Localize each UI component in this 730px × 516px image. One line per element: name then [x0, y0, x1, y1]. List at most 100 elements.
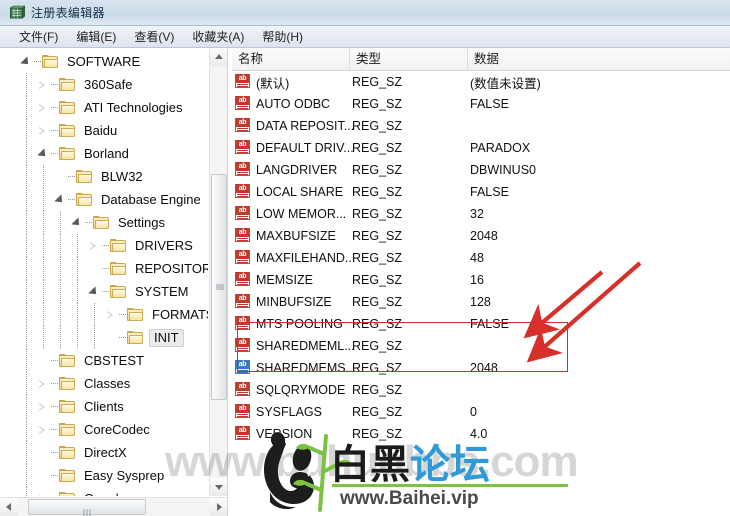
expand-triangle-icon[interactable]: [35, 100, 51, 116]
tree-guide-line: [77, 326, 78, 349]
tree-scroll-right-button[interactable]: [210, 498, 227, 516]
table-row[interactable]: ab MTS POOLING REG_SZ FALSE: [232, 313, 730, 335]
string-value-icon: ab: [235, 404, 252, 419]
tree-item-label: Borland: [84, 145, 129, 161]
expand-triangle-icon[interactable]: [35, 399, 51, 415]
table-row[interactable]: ab MINBUFSIZE REG_SZ 128: [232, 291, 730, 313]
cell-value-name: DATA REPOSIT...: [256, 119, 355, 133]
registry-values-pane: 名称 类型 数据 ab (默认) REG_SZ (数值未设置) ab AUTO ODBC R…: [232, 48, 730, 516]
tree-item-blw32[interactable]: BLW32: [0, 165, 208, 188]
table-row[interactable]: ab AUTO ODBC REG_SZ FALSE: [232, 93, 730, 115]
tree-item-borland[interactable]: Borland: [0, 142, 208, 165]
expand-triangle-icon[interactable]: [35, 376, 51, 392]
tree-connector-line: [68, 165, 76, 188]
tree-item-repository[interactable]: REPOSITORY: [0, 257, 208, 280]
table-row[interactable]: ab SHAREDMEML... REG_SZ: [232, 335, 730, 357]
table-row[interactable]: ab (默认) REG_SZ (数值未设置): [232, 71, 730, 93]
cell-value-name: MEMSIZE: [256, 273, 313, 287]
column-header-type[interactable]: 类型: [350, 48, 468, 70]
table-row[interactable]: ab SQLQRYMODE REG_SZ: [232, 379, 730, 401]
string-value-icon: ab: [235, 96, 252, 111]
tree-scroll-left-button[interactable]: [0, 498, 18, 516]
menu-view[interactable]: 查看(V): [125, 26, 183, 47]
folder-icon: [59, 376, 76, 391]
table-row[interactable]: ab DEFAULT DRIV... REG_SZ PARADOX: [232, 137, 730, 159]
tree-guide-line: [43, 303, 44, 326]
menu-file[interactable]: 文件(F): [10, 26, 67, 47]
expand-triangle-icon[interactable]: [35, 123, 51, 139]
cell-value-type: REG_SZ: [352, 383, 403, 397]
cell-value-data: 2048: [470, 361, 498, 375]
scroll-grip-icon: [216, 284, 224, 291]
tree-item-directx[interactable]: DirectX: [0, 441, 208, 464]
folder-icon: [59, 491, 76, 496]
string-value-icon: ab: [235, 140, 252, 155]
cell-value-data: FALSE: [470, 317, 509, 331]
column-header-data[interactable]: 数据: [468, 48, 730, 70]
tree-guide-line: [94, 326, 95, 349]
expand-triangle-icon[interactable]: [35, 491, 51, 496]
expand-triangle-icon[interactable]: [103, 307, 119, 323]
column-header-name[interactable]: 名称: [232, 48, 350, 70]
tree-scroll-down-button[interactable]: [210, 478, 227, 496]
tree-item-corecodec[interactable]: CoreCodec: [0, 418, 208, 441]
cell-value-type: REG_SZ: [352, 361, 403, 375]
collapse-triangle-icon[interactable]: [35, 146, 51, 162]
cell-value-type: REG_SZ: [352, 295, 403, 309]
table-row[interactable]: ab SHAREDMEMS... REG_SZ 2048: [232, 357, 730, 379]
collapse-triangle-icon[interactable]: [52, 192, 68, 208]
menu-help[interactable]: 帮助(H): [253, 26, 312, 47]
tree-item-easy-sysprep[interactable]: Easy Sysprep: [0, 464, 208, 487]
tree-vertical-scrollbar[interactable]: [209, 48, 227, 496]
tree-item-drivers[interactable]: DRIVERS: [0, 234, 208, 257]
expand-triangle-icon[interactable]: [35, 422, 51, 438]
tree-item-init[interactable]: INIT: [0, 326, 208, 349]
collapse-triangle-icon[interactable]: [86, 284, 102, 300]
tree-guide-line: [26, 165, 27, 188]
tree-connector-line: [119, 303, 127, 326]
tree-item-system[interactable]: SYSTEM: [0, 280, 208, 303]
tree-horizontal-scroll-thumb[interactable]: [28, 499, 146, 516]
tree-item-cbstest[interactable]: CBSTEST: [0, 349, 208, 372]
tree-item-formats[interactable]: FORMATS: [0, 303, 208, 326]
collapse-triangle-icon[interactable]: [69, 215, 85, 231]
tree-item-classes[interactable]: Classes: [0, 372, 208, 395]
tree-item-baidu[interactable]: Baidu: [0, 119, 208, 142]
expand-triangle-icon[interactable]: [86, 238, 102, 254]
table-row[interactable]: ab LOW MEMOR... REG_SZ 32: [232, 203, 730, 225]
table-row[interactable]: ab MAXFILEHAND... REG_SZ 48: [232, 247, 730, 269]
menu-favorites[interactable]: 收藏夹(A): [183, 26, 253, 47]
tree-item-clients[interactable]: Clients: [0, 395, 208, 418]
tree-item-google[interactable]: Google: [0, 487, 208, 496]
tree-item-label: DRIVERS: [135, 237, 193, 253]
tree-vertical-scroll-thumb[interactable]: [211, 174, 227, 400]
string-value-icon: ab: [235, 118, 252, 133]
table-row[interactable]: ab DATA REPOSIT... REG_SZ: [232, 115, 730, 137]
tree-item-360safe[interactable]: 360Safe: [0, 73, 208, 96]
table-row[interactable]: ab SYSFLAGS REG_SZ 0: [232, 401, 730, 423]
tree-item-software[interactable]: SOFTWARE: [0, 50, 208, 73]
cell-value-type: REG_SZ: [352, 97, 403, 111]
string-value-icon: ab: [235, 382, 252, 397]
table-row[interactable]: ab LOCAL SHARE REG_SZ FALSE: [232, 181, 730, 203]
tree-scroll-up-button[interactable]: [210, 48, 227, 66]
table-row[interactable]: ab MEMSIZE REG_SZ 16: [232, 269, 730, 291]
table-row[interactable]: ab MAXBUFSIZE REG_SZ 2048: [232, 225, 730, 247]
folder-icon: [59, 468, 76, 483]
expand-triangle-icon[interactable]: [35, 77, 51, 93]
table-row[interactable]: ab LANGDRIVER REG_SZ DBWINUS0: [232, 159, 730, 181]
collapse-triangle-icon[interactable]: [18, 54, 34, 70]
tree-item-database-engine[interactable]: Database Engine: [0, 188, 208, 211]
menu-edit[interactable]: 编辑(E): [67, 26, 125, 47]
tree-guide-line: [26, 441, 27, 464]
registry-values-list[interactable]: ab (默认) REG_SZ (数值未设置) ab AUTO ODBC REG_SZ FALS…: [232, 71, 730, 516]
registry-tree[interactable]: SOFTWARE 360Safe ATI Technologies Baidu Borl…: [0, 48, 208, 496]
cell-value-name: MINBUFSIZE: [256, 295, 332, 309]
tree-horizontal-scrollbar[interactable]: [0, 497, 227, 516]
table-row[interactable]: ab VERSION REG_SZ 4.0: [232, 423, 730, 445]
tree-item-ati-technologies[interactable]: ATI Technologies: [0, 96, 208, 119]
tree-leaf-spacer: [35, 353, 51, 369]
tree-item-settings[interactable]: Settings: [0, 211, 208, 234]
